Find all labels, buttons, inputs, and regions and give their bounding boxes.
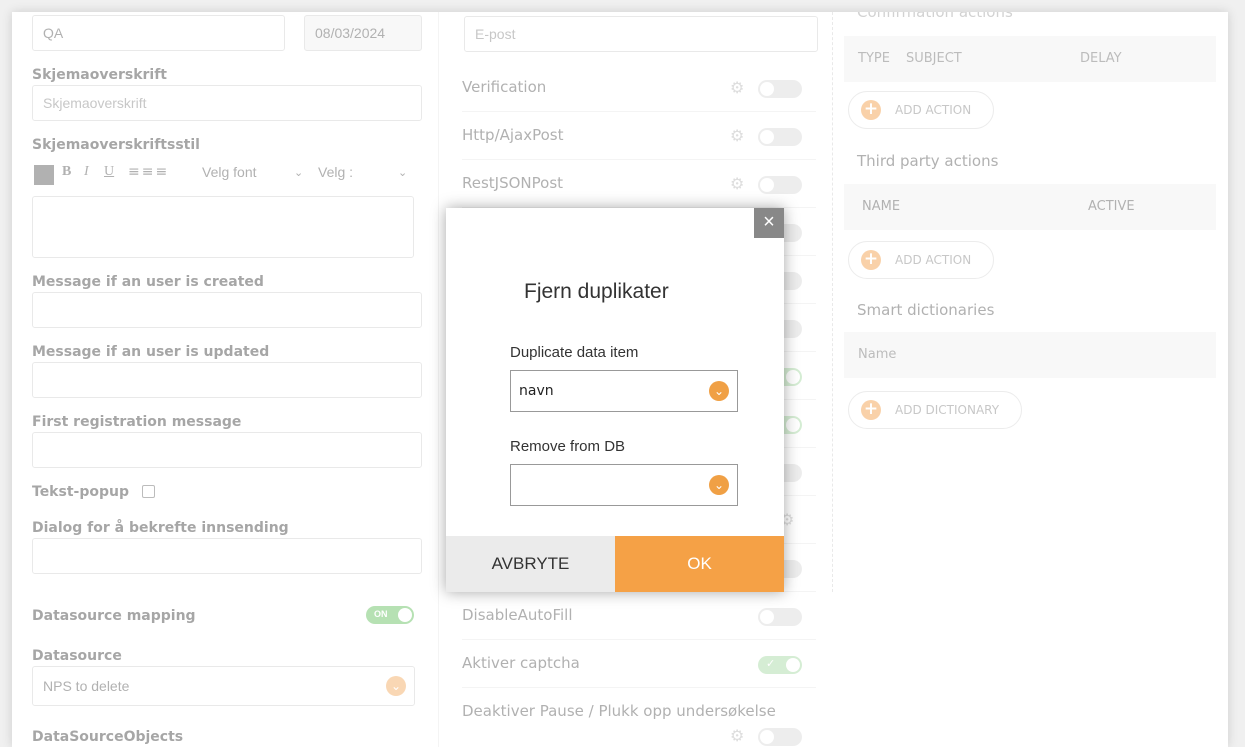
- ok-button[interactable]: OK: [615, 536, 784, 592]
- close-icon[interactable]: ×: [754, 208, 784, 238]
- cancel-button[interactable]: AVBRYTE: [446, 536, 615, 592]
- remove-duplicates-dialog: × Fjern duplikater Duplicate data item n…: [446, 208, 784, 592]
- chevron-down-icon: ⌄: [709, 381, 729, 401]
- duplicate-item-value: navn: [519, 383, 554, 399]
- duplicate-item-label: Duplicate data item: [510, 344, 639, 361]
- duplicate-item-select[interactable]: navn ⌄: [510, 370, 738, 412]
- remove-from-db-label: Remove from DB: [510, 438, 626, 455]
- dialog-title: Fjern duplikater: [524, 280, 669, 303]
- chevron-down-icon: ⌄: [709, 475, 729, 495]
- remove-from-db-select[interactable]: ⌄: [510, 464, 738, 506]
